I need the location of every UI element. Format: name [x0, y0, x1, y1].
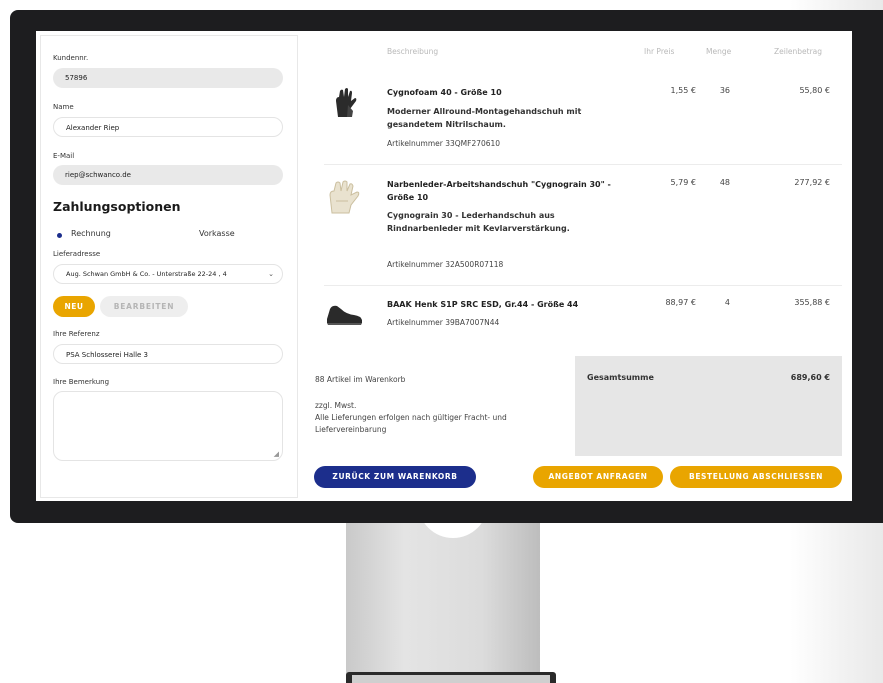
name-field[interactable]: Alexander Riep	[53, 117, 283, 137]
cart-summary: 88 Artikel im Warenkorb zzgl. Mwst. Alle…	[315, 356, 575, 456]
price-cell: 1,55 €	[670, 86, 696, 95]
total-value: 689,60 €	[790, 373, 830, 382]
row-divider	[324, 285, 842, 286]
checkout-screen: Kundennr. 57896 Name Alexander Riep E-Ma…	[36, 31, 852, 501]
remark-label: Ihre Bemerkung	[53, 378, 110, 386]
vat-note: zzgl. Mwst.	[315, 401, 357, 410]
customer-no-label: Kundennr.	[53, 54, 89, 62]
payment-option-label: Rechnung	[71, 229, 111, 238]
col-header-total: Zeilenbetrag	[774, 47, 823, 56]
resize-handle-icon[interactable]: ◢	[274, 450, 279, 458]
customer-no-field: 57896	[53, 68, 283, 88]
price-cell: 5,79 €	[670, 178, 696, 187]
radio-selected-icon	[57, 233, 62, 238]
edit-address-button[interactable]: BEARBEITEN	[100, 296, 188, 317]
remark-textarea[interactable]: ◢	[53, 391, 283, 461]
total-cell: 355,88 €	[794, 298, 830, 307]
black-work-glove-icon	[336, 88, 357, 117]
address-select[interactable]: Aug. Schwan GmbH & Co. - Unterstraße 22-…	[53, 264, 283, 284]
new-address-button[interactable]: NEU	[53, 296, 95, 317]
request-quote-button[interactable]: ANGEBOT ANFRAGEN	[533, 466, 663, 488]
items-in-cart: 88 Artikel im Warenkorb	[315, 375, 406, 384]
total-box: Gesamtsumme 689,60 €	[575, 356, 842, 456]
complete-order-button[interactable]: BESTELLUNG ABSCHLIESSEN	[670, 466, 842, 488]
article-number: Artikelnummer 32A500R07118	[387, 260, 504, 269]
product-title: BAAK Henk S1P SRC ESD, Gr.44 - Größe 44	[387, 300, 579, 309]
col-header-qty: Menge	[706, 47, 732, 56]
col-header-description: Beschreibung	[387, 47, 439, 56]
safety-shoe-icon	[327, 305, 362, 325]
reference-label: Ihre Referenz	[53, 330, 100, 338]
payment-option-label: Vorkasse	[199, 229, 235, 238]
total-label: Gesamtsumme	[587, 373, 654, 382]
address-value: Aug. Schwan GmbH & Co. - Unterstraße 22-…	[66, 270, 227, 278]
email-label: E-Mail	[53, 152, 75, 160]
chevron-down-icon: ⌄	[268, 270, 274, 278]
payment-options-title: Zahlungsoptionen	[53, 199, 181, 214]
price-cell: 88,97 €	[665, 298, 696, 307]
row-divider	[324, 164, 842, 165]
qty-cell: 36	[719, 86, 730, 95]
delivery-note: Alle Lieferungen erfolgen nach gültiger …	[315, 413, 507, 434]
article-number: Artikelnummer 33QMF270610	[387, 139, 501, 148]
monitor-stand	[346, 518, 540, 683]
product-description: Moderner Allround-Montagehandschuh mit g…	[387, 107, 582, 129]
leather-work-glove-icon	[329, 180, 360, 214]
article-number: Artikelnummer 39BA7007N44	[387, 318, 500, 327]
customer-form-panel: Kundennr. 57896 Name Alexander Riep E-Ma…	[40, 35, 298, 498]
name-label: Name	[53, 103, 74, 111]
product-title: Cygnofoam 40 - Größe 10	[387, 88, 502, 97]
stand-base-inner	[352, 675, 550, 683]
total-cell: 277,92 €	[794, 178, 830, 187]
qty-cell: 48	[719, 178, 730, 187]
email-field: riep@schwanco.de	[53, 165, 283, 185]
back-to-cart-button[interactable]: ZURÜCK ZUM WARENKORB	[314, 466, 476, 488]
total-cell: 55,80 €	[799, 86, 830, 95]
qty-cell: 4	[724, 298, 730, 307]
col-header-price: Ihr Preis	[644, 47, 675, 56]
address-label: Lieferadresse	[53, 250, 101, 258]
product-description: Cygnograin 30 - Lederhandschuh aus Rindn…	[387, 211, 570, 233]
product-title: Narbenleder-Arbeitshandschuh "Cygnograin…	[387, 180, 611, 202]
reference-field[interactable]: PSA Schlosserei Halle 3	[53, 344, 283, 364]
